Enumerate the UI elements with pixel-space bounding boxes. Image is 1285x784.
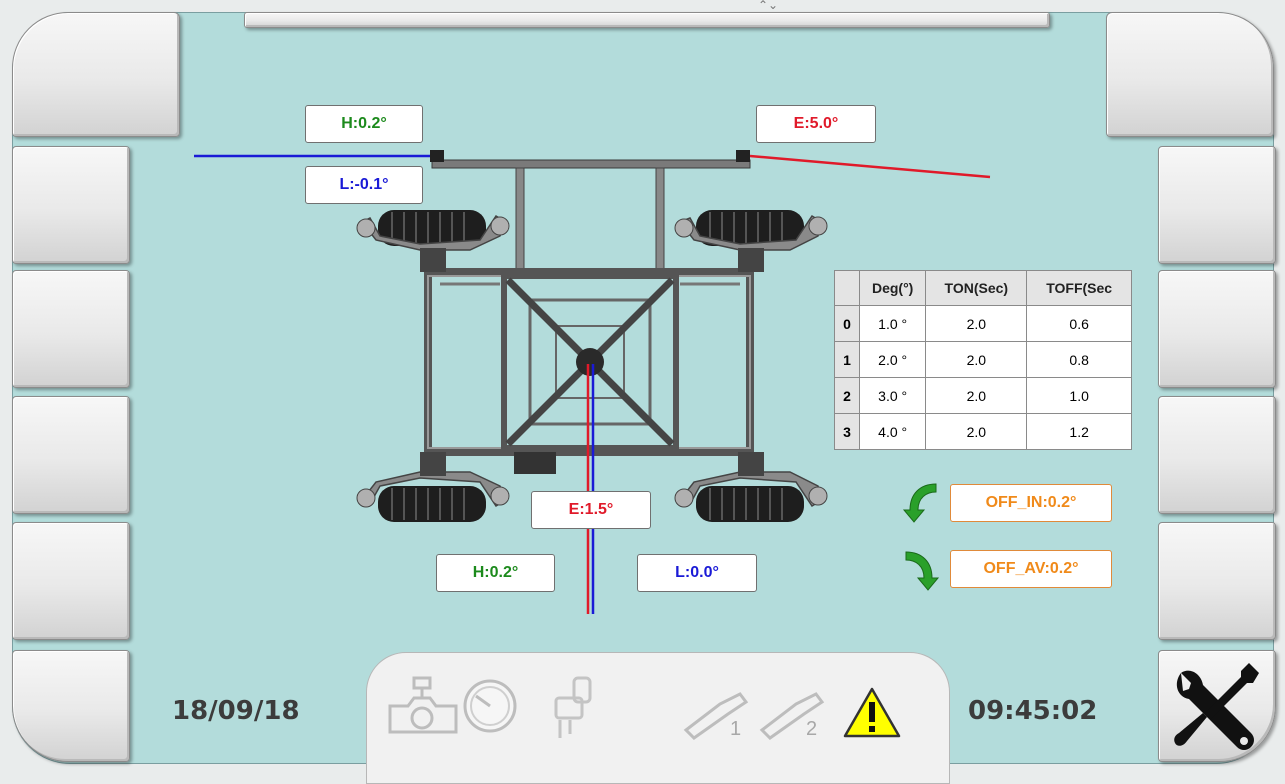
top-left-height-label: H:0.2° — [305, 105, 423, 143]
row-index: 3 — [834, 413, 860, 450]
table-row[interactable]: 1 2.0 ° 2.0 0.8 — [834, 341, 1132, 378]
warning-icon[interactable] — [842, 686, 902, 740]
pump-icon — [554, 676, 592, 738]
row-index: 1 — [834, 341, 860, 378]
toff-cell[interactable]: 1.0 — [1026, 377, 1132, 414]
row-index: 0 — [834, 305, 860, 342]
center-error-label: E:1.5° — [531, 491, 651, 529]
deg-cell[interactable]: 1.0 ° — [858, 305, 927, 342]
column-header: TON(Sec) — [925, 270, 1028, 306]
table-header-row: Deg(°) TON(Sec) TOFF(Sec — [834, 270, 1132, 306]
toff-cell[interactable]: 1.2 — [1026, 413, 1132, 450]
toff-cell[interactable]: 0.6 — [1026, 305, 1132, 342]
ton-cell[interactable]: 2.0 — [925, 341, 1028, 378]
time-display: 09:45:02 — [968, 696, 1098, 726]
bottom-level-label: L:0.0° — [637, 554, 757, 592]
table-row[interactable]: 3 4.0 ° 2.0 1.2 — [834, 413, 1132, 450]
pressure-gauge-icon — [463, 679, 517, 733]
rotate-out-arrow-icon[interactable] — [902, 546, 942, 592]
offset-av-label[interactable]: OFF_AV:0.2° — [950, 550, 1112, 588]
sensor-1-icon — [683, 692, 749, 740]
valve-icon — [388, 676, 458, 734]
ton-cell[interactable]: 2.0 — [925, 413, 1028, 450]
column-header: Deg(°) — [858, 270, 927, 306]
column-header: TOFF(Sec — [1026, 270, 1132, 306]
sensor-1-number: 1 — [730, 718, 742, 740]
column-header — [834, 270, 860, 306]
deg-cell[interactable]: 2.0 ° — [858, 341, 927, 378]
date-display: 18/09/18 — [172, 696, 300, 726]
top-left-level-label: L:-0.1° — [305, 166, 423, 204]
offset-in-label[interactable]: OFF_IN:0.2° — [950, 484, 1112, 522]
ton-cell[interactable]: 2.0 — [925, 377, 1028, 414]
deg-cell[interactable]: 4.0 ° — [858, 413, 927, 450]
row-index: 2 — [834, 377, 860, 414]
sensor-2-number: 2 — [806, 718, 818, 740]
table-row[interactable]: 0 1.0 ° 2.0 0.6 — [834, 305, 1132, 342]
deg-cell[interactable]: 3.0 ° — [858, 377, 927, 414]
timing-table: Deg(°) TON(Sec) TOFF(Sec 0 1.0 ° 2.0 0.6… — [834, 270, 1132, 450]
sensor-2-icon — [759, 692, 825, 740]
toff-cell[interactable]: 0.8 — [1026, 341, 1132, 378]
rotate-in-arrow-icon[interactable] — [902, 478, 942, 524]
ton-cell[interactable]: 2.0 — [925, 305, 1028, 342]
top-right-error-label: E:5.0° — [756, 105, 876, 143]
table-row[interactable]: 2 3.0 ° 2.0 1.0 — [834, 377, 1132, 414]
bottom-height-label: H:0.2° — [436, 554, 555, 592]
